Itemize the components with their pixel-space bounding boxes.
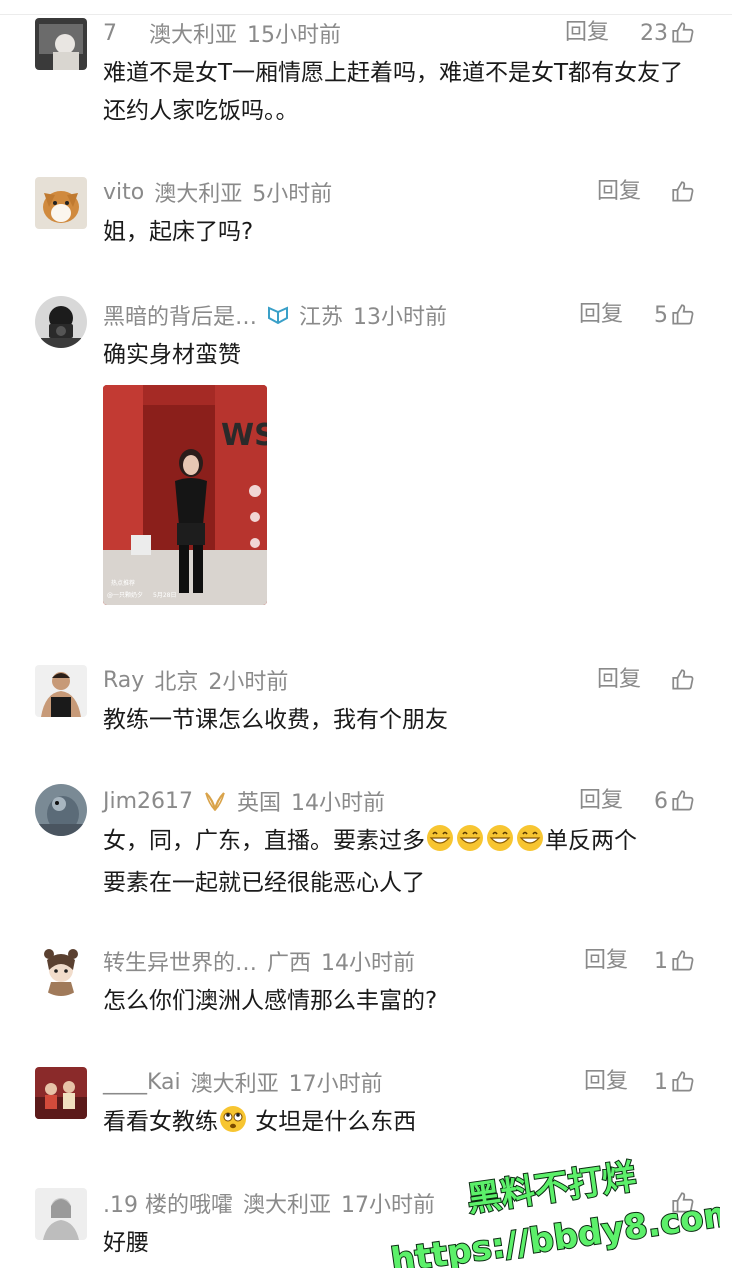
like-button[interactable]	[668, 661, 696, 699]
comment-text-part: 女，同，广东，直播。要素过多	[103, 828, 425, 854]
vip-badge-icon	[267, 305, 289, 325]
avatar[interactable]	[35, 944, 87, 996]
timestamp: 17小时前	[288, 1072, 383, 1097]
grin-emoji-icon	[425, 824, 455, 864]
reply-button[interactable]: 回复	[584, 1063, 628, 1101]
comment-meta: Ray 北京 2小时前	[103, 661, 288, 699]
comment-text-part: 女坦是什么东西	[248, 1109, 417, 1135]
photo-tag: 热点推荐	[111, 579, 135, 587]
comment-text: 教练一节课怎么收费，我有个朋友	[103, 707, 448, 733]
comment-text: 确实身材蛮赞	[103, 342, 241, 368]
comment-text: 看看女教练 女坦是什么东西	[103, 1103, 703, 1145]
like-button[interactable]	[668, 173, 696, 211]
location: 澳大利亚	[190, 1072, 279, 1097]
avatar[interactable]	[35, 18, 87, 70]
vip-badge-icon	[203, 790, 227, 812]
like-count: 1	[654, 1069, 668, 1095]
username[interactable]: 黑暗的背后是…	[103, 299, 257, 331]
location: 江苏	[299, 305, 344, 330]
thumbs-up-icon	[672, 950, 694, 971]
comment-meta: ____Kai 澳大利亚 17小时前	[103, 1063, 383, 1101]
comment-meta: 黑暗的背后是… 江苏 13小时前	[103, 296, 447, 334]
like-button[interactable]: 5	[654, 296, 696, 334]
comment-text: 怎么你们澳洲人感情那么丰富的?	[103, 988, 438, 1014]
like-button[interactable]: 1	[654, 942, 696, 980]
timestamp: 14小时前	[291, 791, 386, 816]
reply-button[interactable]: 回复	[579, 782, 623, 820]
like-count: 23	[640, 20, 668, 46]
comment-text-part: 单反两个	[545, 828, 637, 854]
reply-button[interactable]: 回复	[597, 661, 641, 699]
like-button[interactable]: 23	[640, 14, 696, 52]
like-count: 6	[654, 788, 668, 814]
thumbs-up-icon	[672, 304, 694, 325]
reply-button[interactable]: 回复	[579, 296, 623, 334]
photo-caption: @一只颗奶夕	[107, 591, 143, 599]
location: 澳大利亚	[242, 1193, 331, 1218]
like-count: 5	[654, 302, 668, 328]
username[interactable]: .19 楼的哦嚯	[103, 1187, 233, 1219]
comment-text: 女，同，广东，直播。要素过多 单反两个 要素在一起就已经很能恶心人了	[103, 822, 703, 902]
avatar[interactable]	[35, 784, 87, 836]
reply-button[interactable]: 回复	[565, 14, 609, 52]
reply-button[interactable]: 回复	[597, 173, 641, 211]
username[interactable]: Ray	[103, 668, 144, 693]
location: 澳大利亚	[149, 23, 238, 48]
like-count: 1	[654, 948, 668, 974]
comment-text: 姐，起床了吗?	[103, 219, 254, 245]
comment-meta: Jim2617 英国 14小时前	[103, 782, 385, 820]
photo-date: 5月28日	[153, 592, 176, 599]
reply-button[interactable]: 回复	[584, 942, 628, 980]
thumbs-up-icon	[672, 790, 694, 811]
eye-roll-emoji-icon	[218, 1105, 248, 1145]
timestamp: 13小时前	[353, 305, 448, 330]
avatar[interactable]	[35, 1067, 87, 1119]
username[interactable]: 转生异世界的…	[103, 945, 257, 977]
thumbs-up-icon	[672, 1071, 694, 1092]
thumbs-up-icon	[672, 22, 694, 43]
avatar[interactable]	[35, 1188, 87, 1240]
location: 英国	[237, 791, 282, 816]
grin-emoji-icon	[515, 824, 545, 864]
thumbs-up-icon	[672, 669, 694, 690]
comment-text: 难道不是女T一厢情愿上赶着吗，难道不是女T都有女友了还约人家吃饭吗。。	[103, 60, 684, 124]
grin-emoji-icon	[485, 824, 515, 864]
sign-text: WS	[221, 418, 267, 453]
timestamp: 2小时前	[208, 670, 289, 695]
like-button[interactable]: 1	[654, 1063, 696, 1101]
comment-text-part: 要素在一起就已经很能恶心人了	[103, 870, 425, 896]
timestamp: 5小时前	[252, 182, 333, 207]
avatar[interactable]	[35, 296, 87, 348]
username[interactable]: 7	[103, 21, 117, 46]
timestamp: 15小时前	[247, 23, 342, 48]
timestamp: 14小时前	[321, 951, 416, 976]
comment-meta: 7 澳大利亚 15小时前	[103, 14, 341, 52]
thumbs-up-icon	[672, 181, 694, 202]
comment-meta: 转生异世界的… 广西 14小时前	[103, 942, 415, 980]
comment-meta: vito 澳大利亚 5小时前	[103, 173, 332, 211]
username[interactable]: Jim2617	[103, 789, 193, 814]
grin-emoji-icon	[455, 824, 485, 864]
avatar[interactable]	[35, 665, 87, 717]
watermark: 黑料不打烊 https://bbdy8.com	[380, 1156, 732, 1280]
comment-text-part: 看看女教练	[103, 1109, 218, 1135]
like-button[interactable]: 6	[654, 782, 696, 820]
username[interactable]: ____Kai	[103, 1070, 181, 1095]
avatar[interactable]	[35, 177, 87, 229]
location: 北京	[154, 670, 199, 695]
username[interactable]: vito	[103, 180, 144, 205]
location: 澳大利亚	[154, 182, 243, 207]
location: 广西	[267, 951, 312, 976]
comment-image[interactable]: WS 热点推荐 @一只颗奶夕 5月28日	[103, 385, 267, 605]
